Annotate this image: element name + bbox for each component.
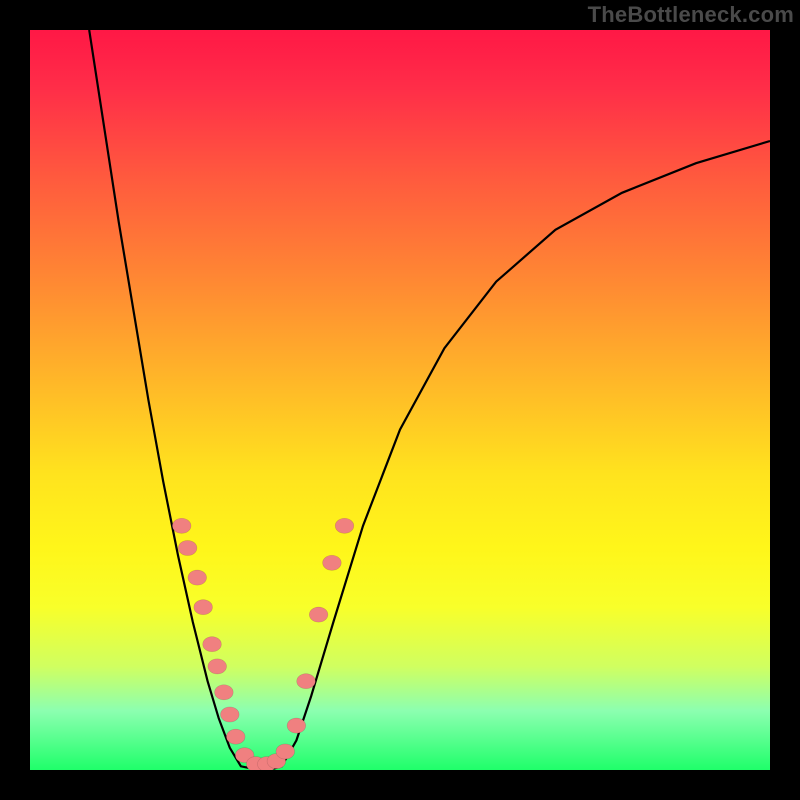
curve-marker xyxy=(208,659,227,674)
curve-marker xyxy=(203,637,222,652)
curve-marker xyxy=(309,607,328,622)
curve-marker xyxy=(276,744,295,759)
curve-marker xyxy=(178,540,197,555)
curve-marker xyxy=(226,729,245,744)
curve-marker xyxy=(188,570,207,585)
curve-marker xyxy=(287,718,306,733)
curve-marker xyxy=(172,518,191,533)
curve-marker xyxy=(194,600,213,615)
bottleneck-curve xyxy=(89,30,770,769)
curve-marker xyxy=(335,518,354,533)
curve-marker xyxy=(297,674,316,689)
watermark-text: TheBottleneck.com xyxy=(588,2,794,28)
curve-marker xyxy=(323,555,342,570)
chart-svg xyxy=(30,30,770,770)
plot-area xyxy=(30,30,770,770)
curve-marker xyxy=(215,685,234,700)
curve-marker xyxy=(220,707,239,722)
chart-stage: TheBottleneck.com xyxy=(0,0,800,800)
